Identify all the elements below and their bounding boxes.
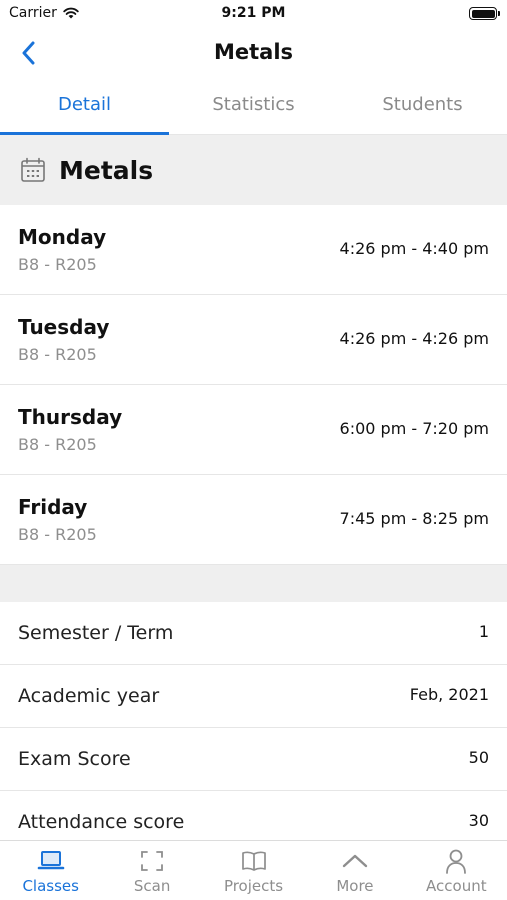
scan-icon [138,847,166,875]
chevron-up-icon [341,847,369,875]
status-time: 9:21 PM [221,5,286,21]
navigation-bar: Metals [0,30,507,78]
schedule-room: B8 - R205 [18,435,97,454]
tab-label: Account [426,877,487,895]
info-row-semester: Semester / Term 1 [0,602,507,665]
info-value: 1 [478,622,489,641]
tab-more[interactable]: More [304,841,405,900]
tab-label: Projects [223,877,284,895]
schedule-time: 7:45 pm - 8:25 pm [339,509,489,528]
status-bar: Carrier 9:21 PM [0,0,507,30]
schedule-time: 6:00 pm - 7:20 pm [339,419,489,438]
class-info-list: Semester / Term 1 Academic year Feb, 202… [0,602,507,854]
info-row-academic-year: Academic year Feb, 2021 [0,665,507,728]
schedule-row[interactable]: Thursday B8 - R205 6:00 pm - 7:20 pm [0,385,507,475]
info-label: Attendance score [18,811,185,833]
tab-classes[interactable]: Classes [0,841,101,900]
bottom-tab-bar: Classes Scan Projects More Account [0,840,507,900]
tab-scan[interactable]: Scan [101,841,202,900]
calendar-icon [21,157,45,182]
schedule-room: B8 - R205 [18,345,97,364]
info-value: Feb, 2021 [409,685,489,704]
tab-statistics[interactable]: Statistics [169,82,338,134]
tab-label: More [336,877,374,895]
schedule-row[interactable]: Monday B8 - R205 4:26 pm - 4:40 pm [0,205,507,295]
schedule-row[interactable]: Tuesday B8 - R205 4:26 pm - 4:26 pm [0,295,507,385]
schedule-day: Thursday [18,405,123,429]
class-title: Metals [59,155,154,185]
schedule-room: B8 - R205 [18,255,97,274]
tab-bar-top: Detail Statistics Students [0,82,507,135]
schedule-row[interactable]: Friday B8 - R205 7:45 pm - 8:25 pm [0,475,507,565]
battery-icon [469,7,500,20]
tab-students[interactable]: Students [338,82,507,134]
info-label: Semester / Term [18,622,174,644]
section-divider [0,565,507,602]
laptop-icon [37,847,65,875]
info-row-exam-score: Exam Score 50 [0,728,507,791]
schedule-day: Tuesday [18,315,110,339]
schedule-room: B8 - R205 [18,525,97,544]
page-title: Metals [213,40,294,64]
tab-label: Classes [22,877,79,895]
tab-detail[interactable]: Detail [0,82,169,135]
info-value: 50 [468,748,489,767]
tab-label: Scan [133,877,171,895]
tab-projects[interactable]: Projects [203,841,304,900]
info-label: Exam Score [18,748,131,770]
schedule-time: 4:26 pm - 4:26 pm [339,329,489,348]
schedule-list: Monday B8 - R205 4:26 pm - 4:40 pm Tuesd… [0,205,507,565]
schedule-time: 4:26 pm - 4:40 pm [339,239,489,258]
info-value: 30 [468,811,489,830]
class-header: Metals [0,135,507,205]
schedule-day: Monday [18,225,107,249]
schedule-day: Friday [18,495,88,519]
person-icon [442,847,470,875]
info-label: Academic year [18,685,160,707]
book-icon [240,847,268,875]
tab-account[interactable]: Account [406,841,507,900]
